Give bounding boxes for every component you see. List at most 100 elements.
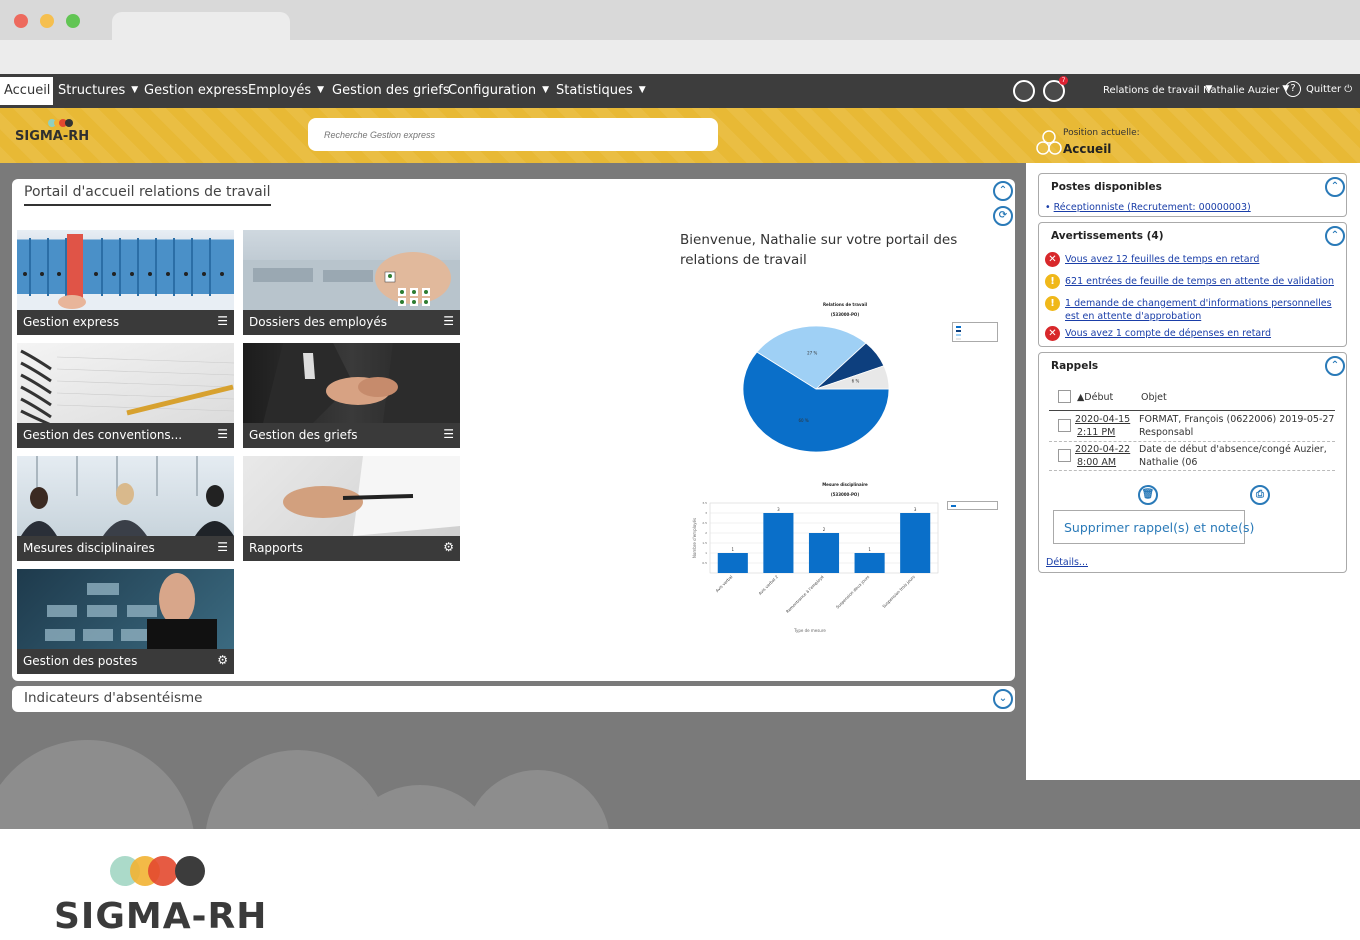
header-divider bbox=[1049, 410, 1335, 411]
caret-down-icon: ▼ bbox=[638, 85, 646, 95]
tile-label: Dossiers des employés ☰ bbox=[243, 310, 460, 335]
sort-start-header[interactable]: ▲Début bbox=[1077, 391, 1113, 404]
minimize-window-icon[interactable] bbox=[40, 14, 54, 28]
role-label: Relations de travail bbox=[1103, 85, 1200, 96]
nav-item-configuration[interactable]: Configuration ▼ bbox=[448, 83, 549, 98]
tile-label: Gestion des griefs ☰ bbox=[243, 423, 460, 448]
legend-item bbox=[955, 337, 995, 341]
close-window-icon[interactable] bbox=[14, 14, 28, 28]
x-axis-label: Type de mesure bbox=[793, 628, 826, 633]
handshake-image bbox=[243, 343, 460, 423]
reminder-date[interactable]: 2020-04-15 bbox=[1075, 413, 1130, 426]
nav-item-accueil[interactable]: Accueil bbox=[0, 77, 53, 105]
quit-label: Quitter bbox=[1306, 84, 1342, 95]
user-menu[interactable]: Nathalie Auzier ▼ bbox=[1203, 84, 1289, 96]
role-menu[interactable]: Relations de travail ▼ bbox=[1103, 84, 1212, 96]
reminder-date[interactable]: 2020-04-22 bbox=[1075, 443, 1130, 456]
collapse-icon[interactable]: ⌃ bbox=[1325, 356, 1345, 376]
sigma-rh-logo[interactable]: SIGMA-RH bbox=[14, 116, 94, 156]
reminder-checkbox[interactable] bbox=[1058, 449, 1071, 462]
gear-icon[interactable]: ⚙ bbox=[217, 653, 228, 667]
nav-item-structures[interactable]: Structures ▼ bbox=[58, 83, 138, 98]
y-tick-label: 3 bbox=[705, 511, 707, 515]
pie-legend bbox=[952, 322, 998, 342]
warning-link[interactable]: Vous avez 1 compte de dépenses en retard bbox=[1065, 328, 1271, 339]
bar-value-label: 3 bbox=[914, 507, 917, 512]
expand-icon[interactable]: ⌄ bbox=[993, 689, 1013, 709]
reminder-object: Date de début d'absence/congé Auzier, Na… bbox=[1139, 444, 1327, 468]
list-icon[interactable]: ☰ bbox=[217, 314, 228, 328]
list-icon[interactable]: ☰ bbox=[217, 540, 228, 554]
row-divider bbox=[1049, 441, 1335, 442]
warning-link[interactable]: Vous avez 12 feuilles de temps en retard bbox=[1065, 254, 1259, 265]
refresh-icon[interactable]: ⟳ bbox=[993, 206, 1013, 226]
reminder-time[interactable]: 8:00 AM bbox=[1077, 456, 1116, 469]
list-icon[interactable]: ☰ bbox=[443, 314, 454, 328]
tile-mesures-disciplinaires[interactable]: Mesures disciplinaires ☰ bbox=[17, 456, 234, 561]
trash-icon[interactable]: 🗑 bbox=[1138, 485, 1158, 505]
collapse-icon[interactable]: ⌃ bbox=[1325, 226, 1345, 246]
tile-gestion-griefs[interactable]: Gestion des griefs ☰ bbox=[243, 343, 460, 448]
legend-item bbox=[950, 504, 995, 508]
reminder-time[interactable]: 2:11 PM bbox=[1077, 426, 1115, 439]
maximize-window-icon[interactable] bbox=[66, 14, 80, 28]
tile-label: Gestion des postes ⚙ bbox=[17, 649, 234, 674]
position-label: Position actuelle: bbox=[1063, 128, 1140, 138]
nav-item-employes[interactable]: Employés ▼ bbox=[248, 83, 324, 98]
reminder-object: FORMAT, François (0622006) 2019-05-27 Re… bbox=[1139, 414, 1335, 438]
chat-icon[interactable] bbox=[1013, 80, 1035, 102]
browser-chrome bbox=[0, 0, 1360, 74]
bar-legend bbox=[947, 501, 998, 510]
warning-link[interactable]: 621 entrées de feuille de temps en atten… bbox=[1065, 276, 1334, 287]
y-tick-label: 2 bbox=[705, 531, 707, 535]
report-image bbox=[243, 456, 460, 536]
nav-label: Statistiques bbox=[556, 83, 633, 98]
help-icon[interactable]: ? bbox=[1285, 81, 1301, 97]
warnings-panel: Avertissements (4) ⌃ ✕ Vous avez 12 feuil… bbox=[1038, 222, 1347, 347]
tile-gestion-conventions[interactable]: Gestion des conventions... ☰ bbox=[17, 343, 234, 448]
tile-label-text: Dossiers des employés bbox=[249, 315, 387, 329]
reminders-panel: Rappels ⌃ ▲Début Objet 2020-04-15 2:11 P… bbox=[1038, 352, 1347, 573]
delete-reminders-button[interactable]: Supprimer rappel(s) et note(s) bbox=[1053, 510, 1254, 544]
poste-link[interactable]: Réceptionniste (Recrutement: 00000003) bbox=[1054, 202, 1251, 213]
select-all-checkbox[interactable] bbox=[1058, 390, 1071, 403]
x-tick-label: Avis verbal bbox=[714, 574, 733, 593]
indicators-panel[interactable]: Indicateurs d'absentéisme bbox=[12, 686, 1015, 712]
warning-item[interactable]: ! 1 demande de changement d'informations … bbox=[1045, 296, 1343, 323]
collapse-icon[interactable]: ⌃ bbox=[1325, 177, 1345, 197]
tile-label-text: Rapports bbox=[249, 541, 303, 555]
warning-item[interactable]: ✕ Vous avez 12 feuilles de temps en retar… bbox=[1045, 252, 1343, 267]
list-icon[interactable]: ☰ bbox=[443, 427, 454, 441]
reminder-checkbox[interactable] bbox=[1058, 419, 1071, 432]
tile-label: Gestion express ☰ bbox=[17, 310, 234, 335]
alert-icon: ! bbox=[1045, 274, 1060, 289]
collapse-icon[interactable]: ⌃ bbox=[993, 181, 1013, 201]
warning-link[interactable]: 1 demande de changement d'informations p… bbox=[1065, 298, 1332, 322]
details-link[interactable]: Détails... bbox=[1046, 557, 1088, 568]
y-tick-label: 1 bbox=[705, 551, 707, 555]
nav-item-gestion-griefs[interactable]: Gestion des griefs bbox=[332, 83, 450, 98]
legend-swatch bbox=[951, 505, 956, 507]
y-tick-label: 0.5 bbox=[702, 561, 707, 565]
pie-slice-label: 60 % bbox=[799, 418, 809, 423]
bar-chart-title: Mesure disciplinaire bbox=[822, 482, 868, 487]
y-axis-label: Nombre d'employés bbox=[692, 518, 697, 558]
browser-address-bar[interactable] bbox=[0, 40, 1360, 74]
print-icon[interactable]: ⎙ bbox=[1250, 485, 1270, 505]
reminders-title: Rappels bbox=[1051, 360, 1099, 372]
gear-icon[interactable]: ⚙ bbox=[443, 540, 454, 554]
caret-down-icon: ▼ bbox=[542, 85, 550, 95]
tile-gestion-express[interactable]: Gestion express ☰ bbox=[17, 230, 234, 335]
nav-item-gestion-express[interactable]: Gestion express bbox=[144, 83, 248, 98]
tile-rapports[interactable]: Rapports ⚙ bbox=[243, 456, 460, 561]
warning-item[interactable]: ✕ Vous avez 1 compte de dépenses en retar… bbox=[1045, 326, 1343, 341]
poste-item[interactable]: • Réceptionniste (Recrutement: 00000003) bbox=[1045, 202, 1251, 213]
search-input[interactable] bbox=[308, 118, 718, 151]
list-icon[interactable]: ☰ bbox=[217, 427, 228, 441]
browser-tab[interactable] bbox=[112, 12, 290, 42]
tile-gestion-postes[interactable]: Gestion des postes ⚙ bbox=[17, 569, 234, 674]
tile-dossiers-employes[interactable]: Dossiers des employés ☰ bbox=[243, 230, 460, 335]
quit-button[interactable]: Quitter ⏻ bbox=[1306, 84, 1352, 95]
warning-item[interactable]: ! 621 entrées de feuille de temps en atte… bbox=[1045, 274, 1343, 289]
nav-item-statistiques[interactable]: Statistiques ▼ bbox=[556, 83, 646, 98]
